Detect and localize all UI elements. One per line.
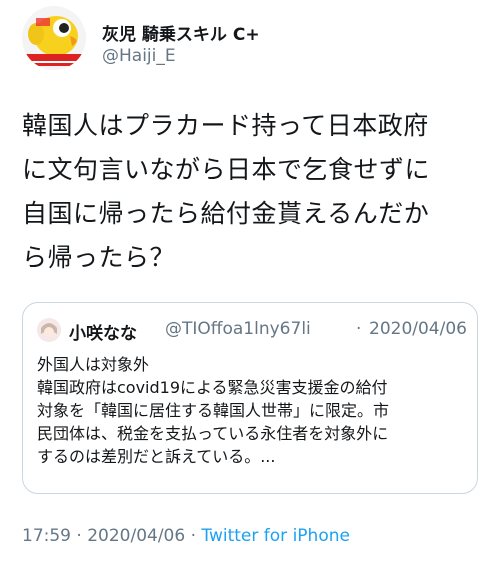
quoted-author-name: 小咲なな xyxy=(69,324,137,344)
quoted-text-line: 民団体は、税金を支払っている永住者を対象外に xyxy=(37,424,389,443)
tweet-timestamp: 17:59 · 2020/04/06 · xyxy=(22,526,202,546)
author-handle[interactable]: @Haiji_E xyxy=(102,46,176,66)
tweet-source-link[interactable]: Twitter for iPhone xyxy=(201,526,350,546)
yellow-bird-avatar-icon[interactable] xyxy=(22,6,86,70)
tweet-text-line: に文句言いながら日本で乞食せずに xyxy=(22,155,431,184)
quoted-author-handle: @TIOffoa1lny67li xyxy=(165,319,311,339)
quoted-text-line: 対象を「韓国に居住する韓国人世帯」に限定。市 xyxy=(37,401,390,420)
quoted-text-line: するのは差別だと訴えている。... xyxy=(37,447,276,466)
author-display-name[interactable]: 灰児 騎乗スキル C+ xyxy=(102,20,260,45)
tweet-text-line: 韓国人はプラカード持って日本政府 xyxy=(22,111,429,140)
quoted-text-line: 外国人は対象外 xyxy=(37,355,150,374)
quoted-tweet-card[interactable]: 小咲なな @TIOffoa1lny67li · 2020/04/06 外国人は対… xyxy=(22,302,478,494)
quoted-tweet-text: 外国人は対象外 韓国政府はcovid19による緊急災害支援金の給付 対象を「韓国… xyxy=(37,353,467,468)
tweet-text-line: 自国に帰ったら給付金貰えるんだか xyxy=(22,199,430,228)
quoted-separator: · xyxy=(356,319,362,339)
tweet-header: 灰児 騎乗スキル C+ @Haiji_E xyxy=(22,6,482,72)
quoted-tweet-header: 小咲なな @TIOffoa1lny67li · 2020/04/06 xyxy=(37,317,467,344)
tweet-text-line: ら帰ったら？ xyxy=(22,243,176,272)
anime-girl-avatar-icon xyxy=(37,318,61,342)
quoted-text-line: 韓国政府はcovid19による緊急災害支援金の給付 xyxy=(37,378,388,397)
tweet-footer: 17:59 · 2020/04/06 · Twitter for iPhone xyxy=(22,526,350,546)
tweet-text: 韓国人はプラカード持って日本政府 に文句言いながら日本で乞食せずに 自国に帰った… xyxy=(22,104,484,280)
quoted-date: 2020/04/06 xyxy=(369,319,467,339)
